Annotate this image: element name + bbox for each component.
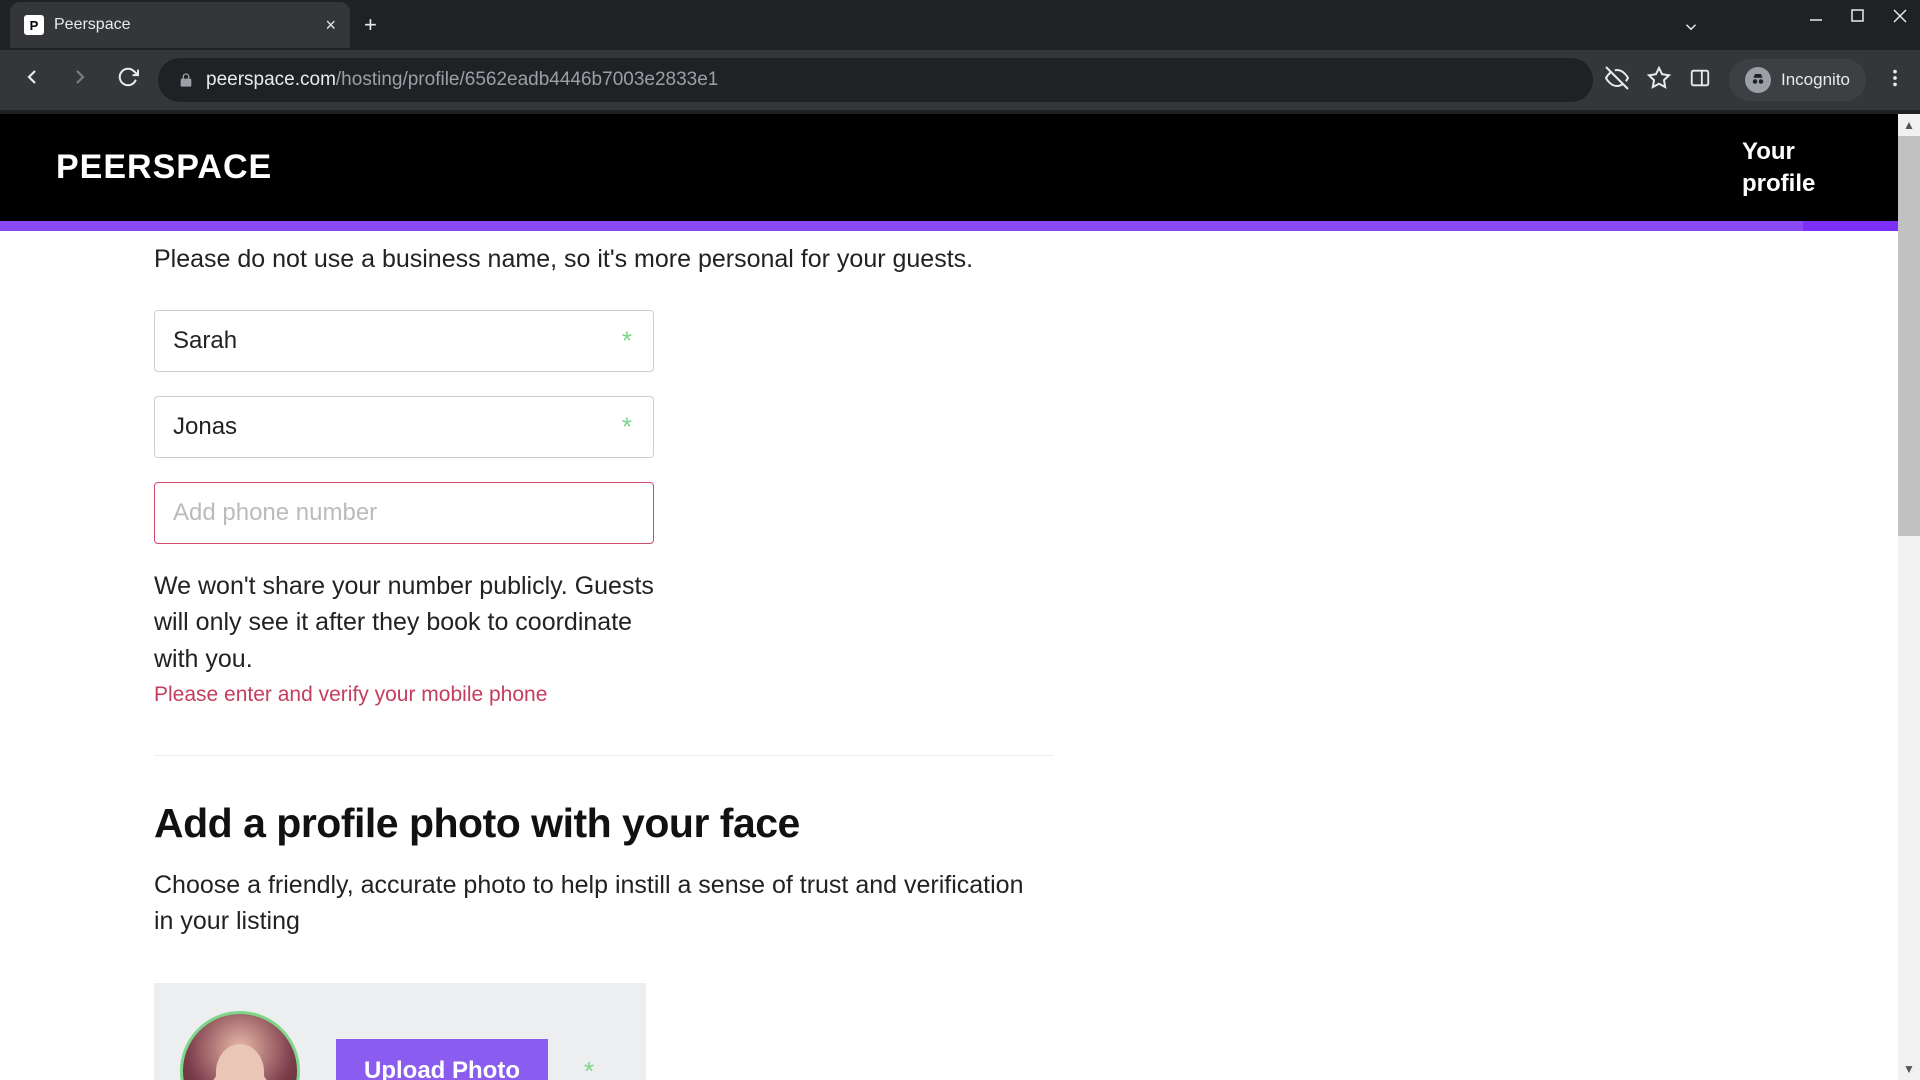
site-header: PEERSPACE Your profile <box>0 114 1898 221</box>
scrollbar-thumb[interactable] <box>1898 136 1920 536</box>
first-name-input[interactable] <box>154 310 654 372</box>
name-helper-text: Please do not use a business name, so it… <box>154 245 1744 274</box>
url-text: peerspace.com/hosting/profile/6562eadb44… <box>206 69 718 91</box>
incognito-badge[interactable]: Incognito <box>1729 59 1866 101</box>
progress-fill <box>0 221 1803 231</box>
page-viewport: PEERSPACE Your profile Please do not use… <box>0 114 1920 1080</box>
scrollbar-down-icon[interactable]: ▼ <box>1898 1058 1920 1080</box>
phone-input[interactable] <box>154 482 654 544</box>
phone-error-text: Please enter and verify your mobile phon… <box>154 683 1744 707</box>
photo-section-heading: Add a profile photo with your face <box>154 800 1744 847</box>
panel-icon[interactable] <box>1689 67 1711 94</box>
window-controls <box>1808 8 1908 29</box>
last-name-field-wrap: * <box>154 396 654 458</box>
required-marker: * <box>584 1056 594 1080</box>
main-content: Please do not use a business name, so it… <box>0 231 1898 1080</box>
new-tab-button[interactable]: + <box>364 12 377 38</box>
avatar <box>180 1011 300 1080</box>
progress-bar <box>0 221 1898 231</box>
section-divider <box>154 755 1054 756</box>
upload-photo-card: Upload Photo * <box>154 983 646 1080</box>
scrollbar-up-icon[interactable]: ▲ <box>1898 114 1920 136</box>
favicon: P <box>24 15 44 35</box>
maximize-icon[interactable] <box>1850 8 1866 29</box>
required-marker: * <box>622 326 632 357</box>
eye-off-icon[interactable] <box>1605 66 1629 95</box>
star-icon[interactable] <box>1647 66 1671 95</box>
back-icon[interactable] <box>14 65 50 95</box>
upload-photo-button[interactable]: Upload Photo <box>336 1039 548 1080</box>
incognito-label: Incognito <box>1781 70 1850 90</box>
forward-icon[interactable] <box>62 65 98 95</box>
kebab-menu-icon[interactable] <box>1884 67 1906 94</box>
lock-icon <box>178 72 194 88</box>
peerspace-logo[interactable]: PEERSPACE <box>56 148 272 187</box>
browser-chrome: P Peerspace × + peerspace.com/hosting/pr… <box>0 0 1920 114</box>
minimize-icon[interactable] <box>1808 8 1824 29</box>
address-bar: peerspace.com/hosting/profile/6562eadb44… <box>0 50 1920 110</box>
incognito-icon <box>1745 67 1771 93</box>
first-name-field-wrap: * <box>154 310 654 372</box>
phone-field-wrap <box>154 482 654 544</box>
phone-helper-text: We won't share your number publicly. Gue… <box>154 568 674 677</box>
url-bar[interactable]: peerspace.com/hosting/profile/6562eadb44… <box>158 58 1593 102</box>
reload-icon[interactable] <box>110 66 146 94</box>
toolbar-right: Incognito <box>1605 59 1906 101</box>
required-marker: * <box>622 412 632 443</box>
last-name-input[interactable] <box>154 396 654 458</box>
browser-tab[interactable]: P Peerspace × <box>10 2 350 48</box>
chevron-down-icon[interactable] <box>1682 18 1700 41</box>
tab-title: Peerspace <box>54 16 315 34</box>
tab-bar: P Peerspace × + <box>0 0 1920 50</box>
your-profile-link[interactable]: Your profile <box>1742 136 1842 198</box>
window-close-icon[interactable] <box>1892 8 1908 29</box>
close-icon[interactable]: × <box>325 15 336 36</box>
photo-section-helper: Choose a friendly, accurate photo to hel… <box>154 867 1044 940</box>
